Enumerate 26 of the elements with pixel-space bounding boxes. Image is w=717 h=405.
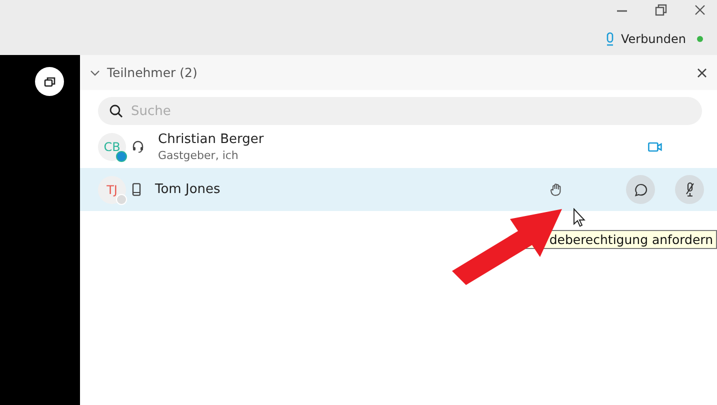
panel-title: Teilnehmer (2) [107, 65, 198, 80]
close-icon[interactable] [694, 4, 706, 16]
headset-icon [132, 140, 144, 153]
participant-row[interactable]: TJ Tom Jones [80, 168, 717, 211]
avatar-initials: TJ [106, 182, 118, 196]
mute-button[interactable] [675, 175, 704, 204]
microphone-icon [606, 32, 614, 46]
popout-icon [44, 76, 56, 88]
chat-icon [634, 182, 648, 196]
muted-microphone-icon [684, 182, 694, 197]
chat-button[interactable] [626, 175, 655, 204]
avatar-initials: CB [104, 140, 120, 154]
restore-icon[interactable] [655, 4, 667, 16]
close-icon[interactable] [697, 68, 707, 78]
chevron-icon[interactable] [90, 68, 100, 78]
participant-role: Gastgeber, ich [158, 148, 240, 162]
phone-icon [132, 183, 141, 196]
raise-hand-icon[interactable] [550, 183, 562, 196]
video-camera-icon[interactable] [648, 142, 662, 152]
popout-button[interactable] [35, 67, 64, 96]
mouse-pointer-icon [573, 208, 586, 228]
participant-row[interactable]: CB Christian Berger Gastgeber, ich [80, 125, 717, 168]
participant-name: Tom Jones [155, 182, 222, 197]
participant-name: Christian Berger [158, 132, 265, 146]
search-field[interactable]: Suche [98, 97, 702, 125]
connection-status: Verbunden [620, 32, 686, 46]
